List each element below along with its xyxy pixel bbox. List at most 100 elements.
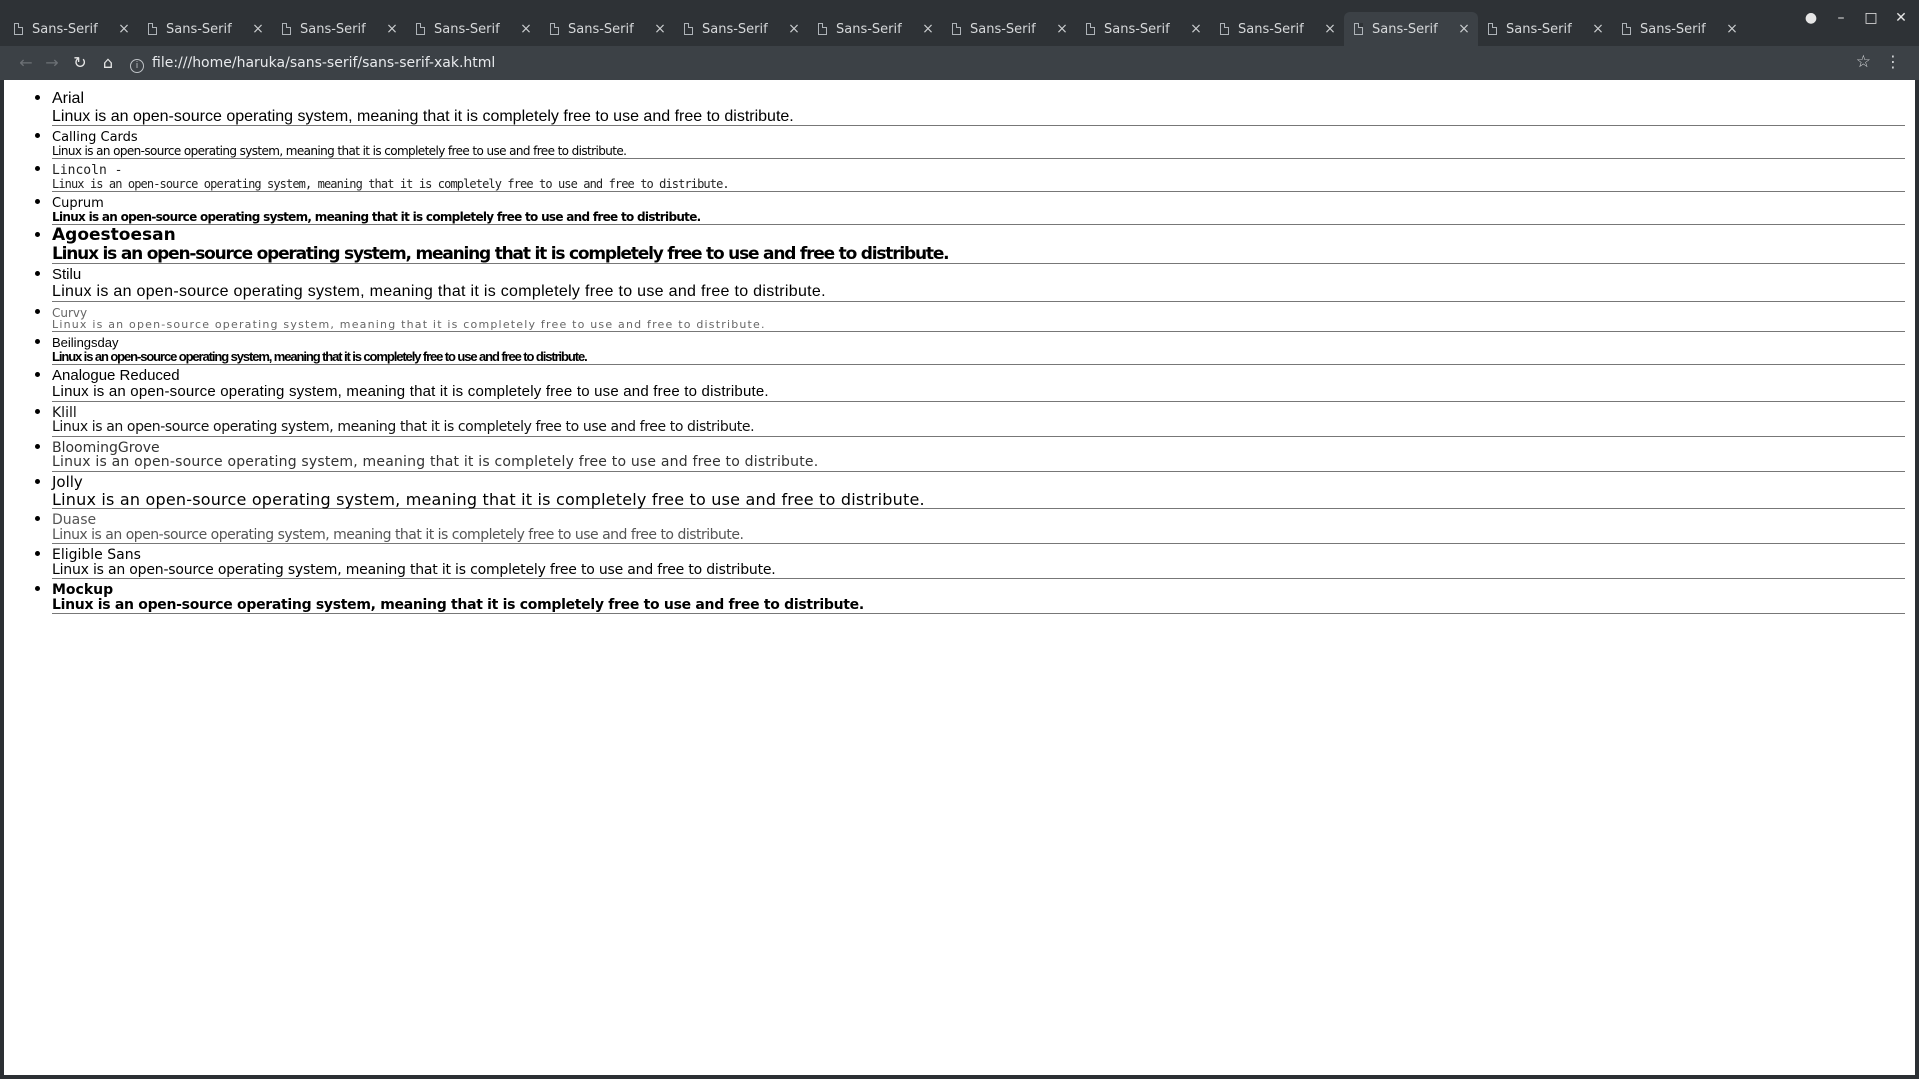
document-icon (1354, 23, 1363, 35)
account-icon[interactable]: ● (1801, 10, 1821, 26)
font-sample-text: Linux is an open-source operating system… (52, 526, 744, 543)
document-icon (14, 23, 23, 35)
tab-label: Sans-Serif (1104, 21, 1170, 37)
reload-icon[interactable]: ↻ (70, 53, 90, 73)
close-icon[interactable]: × (1054, 21, 1070, 37)
close-icon[interactable]: × (1456, 21, 1472, 37)
tab-label: Sans-Serif (434, 21, 500, 37)
font-name: Mockup (52, 582, 114, 599)
font-list-item: Lincoln -Linux is an open-source operati… (52, 159, 1905, 193)
document-icon (1220, 23, 1229, 35)
font-list-item: DuaseLinux is an open-source operating s… (52, 509, 1905, 545)
tab-label: Sans-Serif (1506, 21, 1572, 37)
maximize-icon[interactable]: □ (1861, 10, 1881, 26)
star-icon[interactable]: ☆ (1856, 52, 1871, 72)
tab-label: Sans-Serif (1640, 21, 1706, 37)
tab[interactable]: Sans-Serif × (1612, 12, 1746, 46)
document-icon (282, 23, 291, 35)
tab[interactable]: Sans-Serif × (1076, 12, 1210, 46)
tab-label: Sans-Serif (836, 21, 902, 37)
tab[interactable]: Sans-Serif × (1478, 12, 1612, 46)
font-list-item: CuprumLinux is an open-source operating … (52, 192, 1905, 225)
font-name: Lincoln - (52, 163, 123, 179)
font-sample-text: Linux is an open-source operating system… (52, 176, 730, 191)
document-icon (1488, 23, 1497, 35)
tab-label: Sans-Serif (32, 21, 98, 37)
address-bar[interactable]: i file:///home/haruka/sans-serif/sans-ser… (130, 51, 1810, 75)
close-icon[interactable]: × (920, 21, 936, 37)
font-list-item: BeilingsdayLinux is an open-source opera… (52, 332, 1905, 366)
tab-label: Sans-Serif (970, 21, 1036, 37)
font-list-item: KlillLinux is an open-source operating s… (52, 402, 1905, 437)
tab[interactable]: Sans-Serif × (808, 12, 942, 46)
font-list-item: MockupLinux is an open-source operating … (52, 579, 1905, 615)
close-icon[interactable]: × (1724, 21, 1740, 37)
font-sample-text: Linux is an open-source operating system… (52, 419, 755, 436)
close-icon[interactable]: × (1590, 21, 1606, 37)
document-icon (952, 23, 961, 35)
close-icon[interactable]: × (518, 21, 534, 37)
document-icon (684, 23, 693, 35)
page-viewport: ArialLinux is an open-source operating s… (4, 80, 1915, 1075)
close-icon[interactable]: × (786, 21, 802, 37)
font-list: ArialLinux is an open-source operating s… (4, 80, 1915, 615)
font-sample-text: Linux is an open-source operating system… (52, 561, 776, 578)
window-close-icon[interactable]: ✕ (1891, 10, 1911, 26)
font-sample-text: Linux is an open-source operating system… (52, 383, 769, 401)
font-list-item: ArialLinux is an open-source operating s… (52, 88, 1905, 127)
font-list-item: Calling CardsLinux is an open-source ope… (52, 126, 1905, 160)
font-sample-text: Linux is an open-source operating system… (52, 489, 925, 509)
document-icon (550, 23, 559, 35)
font-name: Analogue Reduced (52, 367, 180, 385)
font-list-item: AgoestoesanLinux is an open-source opera… (52, 225, 1905, 265)
font-sample-text: Linux is an open-source operating system… (52, 283, 826, 301)
close-icon[interactable]: × (652, 21, 668, 37)
tab-label: Sans-Serif (1238, 21, 1304, 37)
document-icon (1622, 23, 1631, 35)
font-sample-text: Linux is an open-source operating system… (52, 596, 864, 613)
font-name: Beilingsday (52, 335, 119, 351)
font-sample-text: Linux is an open-source operating system… (52, 243, 950, 264)
font-list-item: StiluLinux is an open-source operating s… (52, 264, 1905, 302)
font-name: BloomingGrove (52, 439, 160, 456)
info-icon[interactable]: i (130, 59, 144, 73)
document-icon (1086, 23, 1095, 35)
font-name: Arial (52, 90, 85, 107)
tab[interactable]: Sans-Serif × (1344, 12, 1478, 46)
font-name: Cuprum (52, 196, 104, 212)
tab-label: Sans-Serif (300, 21, 366, 37)
document-icon (818, 23, 827, 35)
font-sample-text: Linux is an open-source operating system… (52, 209, 701, 224)
close-icon[interactable]: × (384, 21, 400, 37)
document-icon (148, 23, 157, 35)
font-sample-text: Linux is an open-source operating system… (52, 318, 766, 332)
tab[interactable]: Sans-Serif × (272, 12, 406, 46)
font-sample-text: Linux is an open-source operating system… (52, 107, 794, 125)
tab[interactable]: Sans-Serif × (1210, 12, 1344, 46)
font-list-item: Analogue ReducedLinux is an open-source … (52, 365, 1905, 402)
forward-icon[interactable]: → (42, 53, 62, 73)
toolbar: ← → ↻ ⌂ i file:///home/haruka/sans-serif/… (0, 46, 1919, 80)
tab[interactable]: Sans-Serif × (138, 12, 272, 46)
font-name: Stilu (52, 266, 82, 284)
tab-label: Sans-Serif (1372, 21, 1438, 37)
close-icon[interactable]: × (1188, 21, 1204, 37)
tab[interactable]: Sans-Serif × (674, 12, 808, 46)
font-sample-text: Linux is an open-source operating system… (52, 454, 819, 471)
tab[interactable]: Sans-Serif × (4, 12, 138, 46)
tab-label: Sans-Serif (702, 21, 768, 37)
menu-icon[interactable]: ⋮ (1885, 52, 1901, 71)
close-icon[interactable]: × (250, 21, 266, 37)
tab[interactable]: Sans-Serif × (406, 12, 540, 46)
home-icon[interactable]: ⌂ (98, 53, 118, 73)
close-icon[interactable]: × (116, 21, 132, 37)
back-icon[interactable]: ← (16, 53, 36, 73)
tab[interactable]: Sans-Serif × (540, 12, 674, 46)
close-icon[interactable]: × (1322, 21, 1338, 37)
tab[interactable]: Sans-Serif × (942, 12, 1076, 46)
font-list-item: BloomingGroveLinux is an open-source ope… (52, 437, 1905, 472)
document-icon (416, 23, 425, 35)
minimize-icon[interactable]: – (1831, 10, 1851, 26)
font-name: Klill (52, 404, 77, 421)
font-list-item: JollyLinux is an open-source operating s… (52, 472, 1905, 510)
